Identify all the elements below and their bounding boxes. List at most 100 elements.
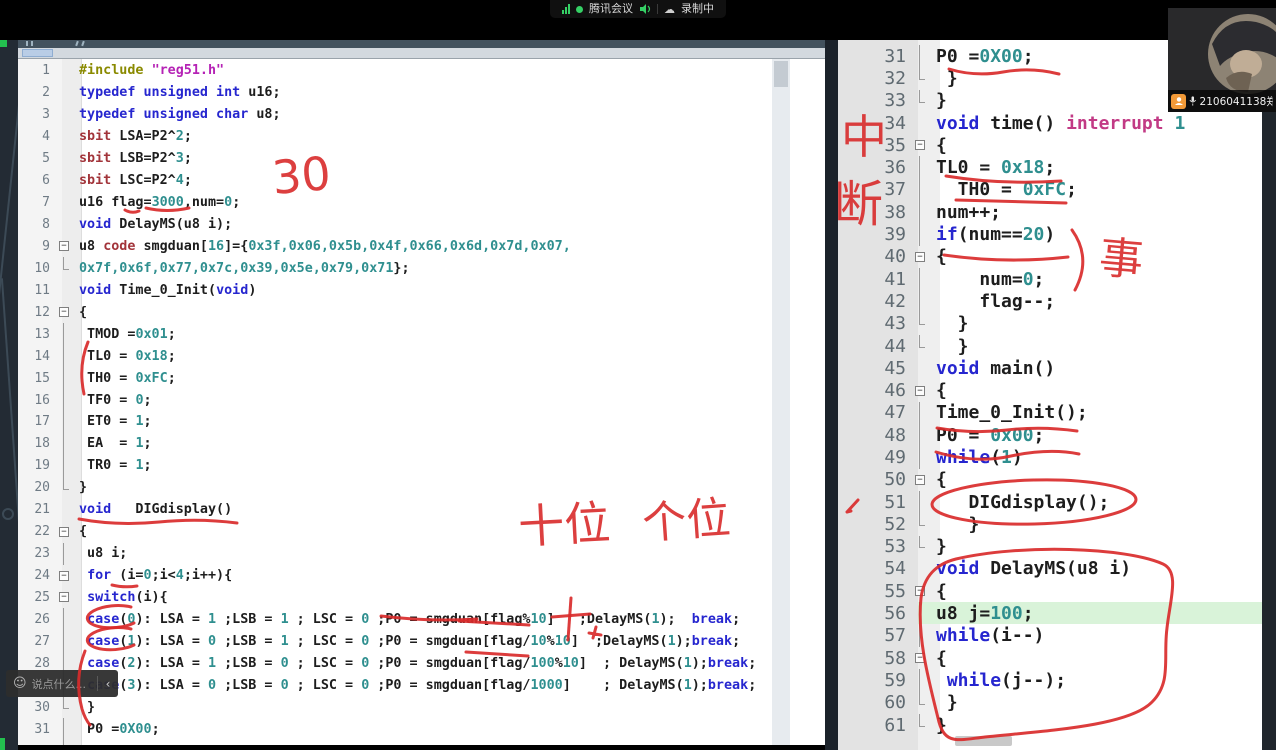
code-text: Time_0_Init(); xyxy=(934,402,1262,423)
fold-margin-mark xyxy=(56,543,76,565)
code-line-7: 7u16 flag=3000,num=0; xyxy=(18,192,778,214)
fold-collapse-box[interactable]: − xyxy=(56,301,76,323)
participant-video-tile[interactable]: 2106041138郑珂 xyxy=(1168,8,1276,112)
code-text: typedef unsigned int u16; xyxy=(76,85,778,100)
code-text: P0 =0X00; xyxy=(76,722,778,737)
horizontal-scrollbar-thumb[interactable] xyxy=(22,49,53,57)
fold-margin-mark xyxy=(912,45,934,67)
code-text: if(num==20) xyxy=(934,224,1262,245)
code-line-38: 38num++; xyxy=(838,201,1262,223)
fold-margin-mark xyxy=(912,335,934,357)
meeting-status-pill[interactable]: 腾讯会议 ☁ 录制中 xyxy=(550,0,726,18)
collapse-chevron-icon[interactable]: ‹ xyxy=(98,677,118,691)
code-text: void DelayMS(u8 i); xyxy=(76,217,778,232)
fold-margin-mark xyxy=(56,696,76,718)
fold-margin-mark xyxy=(912,67,934,89)
code-line-9: 9−u8 code smgduan[16]={0x3f,0x06,0x5b,0x… xyxy=(18,236,778,258)
code-line-50: 50−{ xyxy=(838,469,1262,491)
code-text: sbit LSB=P2^3; xyxy=(76,151,778,166)
chat-input-placeholder[interactable]: 说点什么... xyxy=(32,676,97,692)
fold-margin-mark xyxy=(912,625,934,647)
emoji-icon[interactable]: ☺ xyxy=(6,676,32,691)
line-number: 44 xyxy=(838,336,912,357)
code-text: { xyxy=(934,246,1262,267)
line-number: 46 xyxy=(838,380,912,401)
line-number: 40 xyxy=(838,246,912,267)
code-line-42: 42 flag--; xyxy=(838,290,1262,312)
fold-collapse-box[interactable]: − xyxy=(912,580,934,602)
code-text: case(3): LSA = 0 ;LSB = 0 ; LSC = 0 ;P0 … xyxy=(76,678,778,693)
fold-margin-mark xyxy=(912,268,934,290)
code-text: } xyxy=(934,336,1262,357)
code-line-20: 20} xyxy=(18,477,778,499)
fold-margin-mark xyxy=(912,112,934,134)
fold-margin-mark xyxy=(912,536,934,558)
fold-collapse-box[interactable]: − xyxy=(912,246,934,268)
code-text: { xyxy=(934,469,1262,490)
fold-margin-mark xyxy=(912,402,934,424)
line-number: 36 xyxy=(838,157,912,178)
code-line-41: 41 num=0; xyxy=(838,268,1262,290)
line-number: 41 xyxy=(838,269,912,290)
code-line-1: 1#include "reg51.h" xyxy=(18,60,778,82)
top-black-bar: 腾讯会议 ☁ 录制中 xyxy=(0,0,1276,40)
fold-margin-mark xyxy=(56,126,76,148)
code-line-24: 24− for (i=0;i<4;i++){ xyxy=(18,565,778,587)
line-number: 32 xyxy=(838,68,912,89)
code-line-61: 61} xyxy=(838,714,1262,736)
line-number: 49 xyxy=(838,447,912,468)
fold-margin-mark xyxy=(56,192,76,214)
line-number: 37 xyxy=(838,179,912,200)
fold-collapse-box[interactable]: − xyxy=(912,134,934,156)
code-text: TL0 = 0x18; xyxy=(76,349,778,364)
code-editor-left[interactable]: 1#include "reg51.h"2typedef unsigned int… xyxy=(18,59,825,745)
line-number: 24 xyxy=(18,568,56,583)
fold-collapse-box[interactable]: − xyxy=(56,565,76,587)
fold-collapse-box[interactable]: − xyxy=(56,587,76,609)
fold-margin-mark xyxy=(912,558,934,580)
fold-collapse-box[interactable]: − xyxy=(912,379,934,401)
line-number: 50 xyxy=(838,469,912,490)
code-text: } xyxy=(934,536,1262,557)
code-text: P0 = 0x00; xyxy=(934,425,1262,446)
fold-margin-mark xyxy=(912,446,934,468)
desktop-wallpaper-strip xyxy=(0,28,18,750)
horizontal-scrollbar-thumb-right[interactable] xyxy=(955,736,1012,746)
cloud-recording-icon: ☁ xyxy=(664,3,675,16)
participant-name: 2106041138郑珂 xyxy=(1200,94,1273,109)
code-line-26: 26 case(0): LSA = 1 ;LSB = 1 ; LSC = 0 ;… xyxy=(18,608,778,630)
code-line-53: 53} xyxy=(838,536,1262,558)
code-text: { xyxy=(76,305,778,320)
code-line-43: 43 } xyxy=(838,313,1262,335)
fold-margin-mark xyxy=(56,257,76,279)
fold-margin-mark xyxy=(56,411,76,433)
fold-margin-mark xyxy=(56,608,76,630)
share-border-bottom-left xyxy=(0,738,5,750)
line-number: 56 xyxy=(838,603,912,624)
fold-collapse-box[interactable]: − xyxy=(56,521,76,543)
editor-window-right[interactable]: 31P0 =0X00;32 }33}34void time() interrup… xyxy=(838,40,1276,750)
host-badge-icon xyxy=(1171,94,1186,109)
fold-margin-mark xyxy=(56,170,76,192)
line-number: 30 xyxy=(18,700,56,715)
code-line-39: 39 if(num==20) xyxy=(838,223,1262,245)
code-text: TH0 = 0xFC; xyxy=(934,179,1262,200)
code-text: flag--; xyxy=(934,291,1262,312)
code-text: while(j--); xyxy=(934,670,1262,691)
code-text: sbit LSA=P2^2; xyxy=(76,129,778,144)
code-line-40: 40−{ xyxy=(838,246,1262,268)
code-text: } xyxy=(934,715,1262,736)
fold-margin-mark xyxy=(56,104,76,126)
fold-collapse-box[interactable]: − xyxy=(912,647,934,669)
fold-collapse-box[interactable]: − xyxy=(912,469,934,491)
code-line-35: 35−{ xyxy=(838,134,1262,156)
chat-input-pill[interactable]: ☺ 说点什么... ‹ xyxy=(6,670,118,697)
mic-level-icon xyxy=(576,6,583,13)
code-line-15: 15 TH0 = 0xFC; xyxy=(18,367,778,389)
recording-status-label: 录制中 xyxy=(681,0,714,18)
horizontal-scrollbar[interactable] xyxy=(18,48,825,59)
code-line-30: 30 } xyxy=(18,696,778,718)
line-number: 39 xyxy=(838,224,912,245)
fold-collapse-box[interactable]: − xyxy=(56,236,76,258)
line-number: 54 xyxy=(838,558,912,579)
